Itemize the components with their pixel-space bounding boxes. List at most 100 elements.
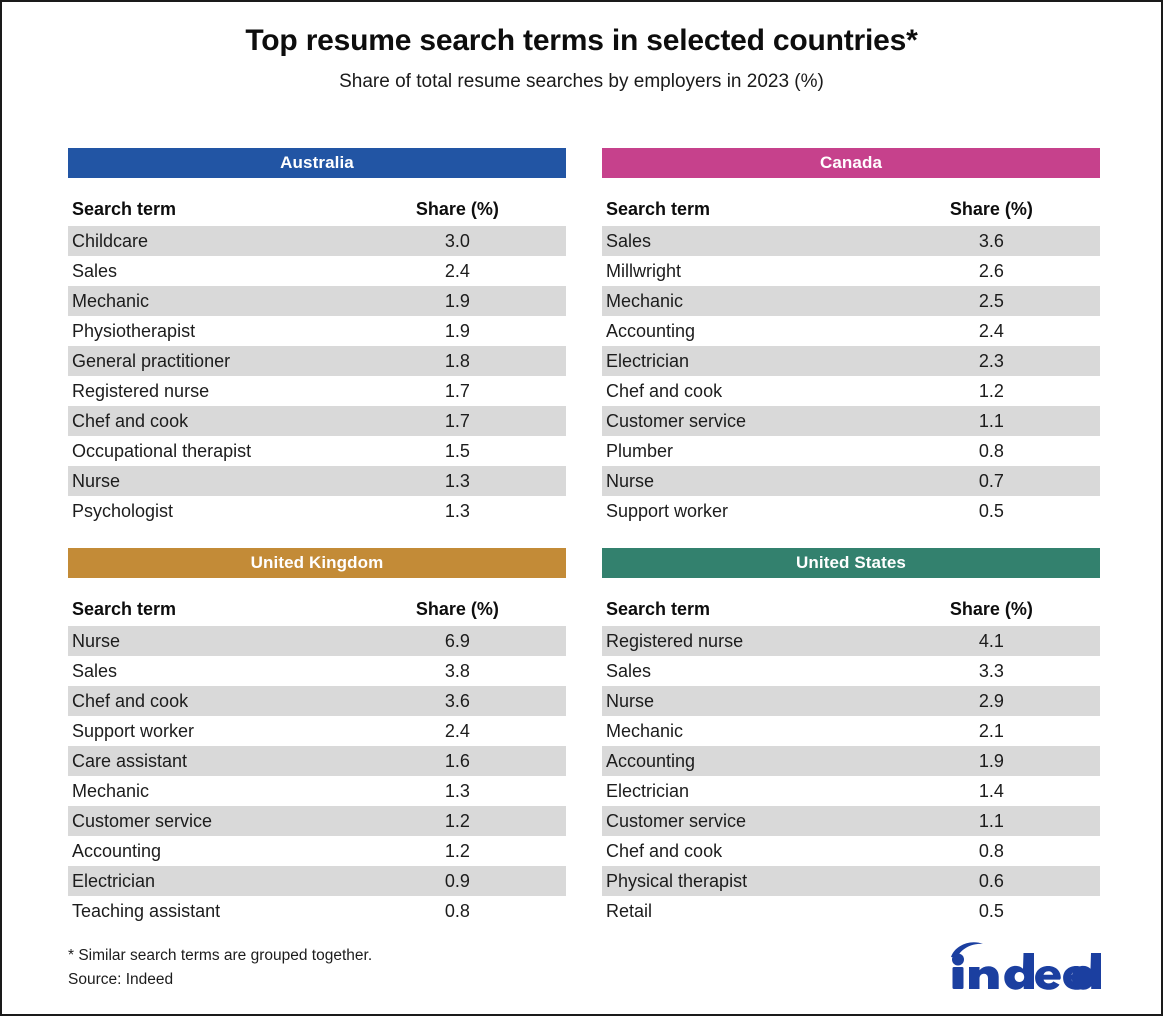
cell-share-value: 3.6 (376, 686, 566, 716)
table-row: Nurse 2.9 (602, 686, 1100, 716)
table-row: Registered nurse 1.7 (68, 376, 566, 406)
table-header-row: Search term Share (%) (68, 198, 566, 226)
table-row: Support worker 2.4 (68, 716, 566, 746)
share-table: Search term Share (%) Nurse 6.9 Sales 3.8 Chef… (68, 598, 566, 926)
cell-search-term: Electrician (68, 866, 377, 896)
cell-search-term: Mechanic (68, 286, 377, 316)
table-row: Sales 3.3 (602, 656, 1100, 686)
cell-share-value: 2.5 (910, 286, 1100, 316)
cell-share-value: 0.5 (910, 896, 1100, 926)
header: Top resume search terms in selected coun… (2, 2, 1161, 93)
table-row: Mechanic 2.1 (602, 716, 1100, 746)
footer: * Similar search terms are grouped toget… (68, 939, 1102, 992)
cell-share-value: 3.6 (910, 226, 1100, 256)
cell-search-term: Psychologist (68, 496, 377, 526)
share-table: Search term Share (%) Childcare 3.0 Sales 2.4… (68, 198, 566, 526)
page-subtitle: Share of total resume searches by employ… (339, 70, 824, 92)
cell-share-value: 0.8 (910, 436, 1100, 466)
source-text: Source: Indeed (68, 970, 174, 988)
cell-share-value: 1.9 (376, 286, 566, 316)
table-row: Plumber 0.8 (602, 436, 1100, 466)
table-row: Chef and cook 0.8 (602, 836, 1100, 866)
table-row: Chef and cook 1.7 (68, 406, 566, 436)
share-table: Search term Share (%) Sales 3.6 Millwright 2.… (602, 198, 1100, 526)
table-row: Electrician 0.9 (68, 866, 566, 896)
cell-share-value: 0.8 (376, 896, 566, 926)
cell-search-term: Sales (602, 226, 911, 256)
cell-search-term: Nurse (602, 466, 911, 496)
table-row: Retail 0.5 (602, 896, 1100, 926)
page-title: Top resume search terms in selected coun… (245, 24, 918, 57)
cell-share-value: 1.9 (376, 316, 566, 346)
cell-search-term: Chef and cook (602, 376, 911, 406)
table-row: Care assistant 1.6 (68, 746, 566, 776)
table-row: Nurse 0.7 (602, 466, 1100, 496)
table-row: General practitioner 1.8 (68, 346, 566, 376)
cell-share-value: 1.3 (376, 776, 566, 806)
cell-search-term: Support worker (68, 716, 377, 746)
country-panel: United States Search term Share (%) Registe… (602, 548, 1100, 926)
cell-share-value: 1.7 (376, 406, 566, 436)
cell-share-value: 3.3 (910, 656, 1100, 686)
table-row: Accounting 2.4 (602, 316, 1100, 346)
table-row: Accounting 1.9 (602, 746, 1100, 776)
cell-search-term: Occupational therapist (68, 436, 377, 466)
country-panel: Australia Search term Share (%) Childcare 3.… (68, 148, 566, 526)
cell-share-value: 1.5 (376, 436, 566, 466)
table-header-row: Search term Share (%) (602, 598, 1100, 626)
cell-share-value: 1.6 (376, 746, 566, 776)
cell-share-value: 1.1 (910, 406, 1100, 436)
cell-search-term: Customer service (68, 806, 377, 836)
cell-search-term: Registered nurse (602, 626, 911, 656)
footnote-text: * Similar search terms are grouped toget… (68, 946, 373, 964)
cell-share-value: 1.3 (376, 466, 566, 496)
table-row: Physiotherapist 1.9 (68, 316, 566, 346)
table-row: Millwright 2.6 (602, 256, 1100, 286)
cell-share-value: 2.3 (910, 346, 1100, 376)
table-row: Chef and cook 3.6 (68, 686, 566, 716)
cell-search-term: Nurse (68, 626, 377, 656)
table-row: Mechanic 1.3 (68, 776, 566, 806)
cell-search-term: Accounting (602, 746, 911, 776)
column-header-share: Share (%) (376, 598, 566, 626)
cell-share-value: 0.6 (910, 866, 1100, 896)
cell-search-term: Care assistant (68, 746, 377, 776)
cell-share-value: 3.0 (376, 226, 566, 256)
cell-search-term: Sales (68, 656, 377, 686)
table-row: Childcare 3.0 (68, 226, 566, 256)
cell-search-term: Childcare (68, 226, 377, 256)
table-row: Customer service 1.1 (602, 406, 1100, 436)
cell-search-term: Accounting (68, 836, 377, 866)
cell-share-value: 6.9 (376, 626, 566, 656)
cell-search-term: Registered nurse (68, 376, 377, 406)
cell-search-term: Customer service (602, 806, 911, 836)
cell-share-value: 1.1 (910, 806, 1100, 836)
infographic-page: Top resume search terms in selected coun… (0, 0, 1163, 1016)
cell-share-value: 2.4 (376, 716, 566, 746)
cell-search-term: Electrician (602, 346, 911, 376)
table-row: Customer service 1.2 (68, 806, 566, 836)
country-header: United States (602, 548, 1100, 578)
country-header: United Kingdom (68, 548, 566, 578)
cell-search-term: Chef and cook (68, 406, 377, 436)
table-row: Customer service 1.1 (602, 806, 1100, 836)
cell-search-term: Nurse (602, 686, 911, 716)
column-header-search-term: Search term (68, 598, 377, 626)
cell-search-term: Millwright (602, 256, 911, 286)
cell-share-value: 1.2 (910, 376, 1100, 406)
country-panel: United Kingdom Search term Share (%) Nurse 6… (68, 548, 566, 926)
table-row: Sales 3.6 (602, 226, 1100, 256)
table-row: Registered nurse 4.1 (602, 626, 1100, 656)
cell-search-term: Support worker (602, 496, 911, 526)
table-row: Support worker 0.5 (602, 496, 1100, 526)
column-header-share: Share (%) (910, 598, 1100, 626)
table-row: Occupational therapist 1.5 (68, 436, 566, 466)
cell-share-value: 1.8 (376, 346, 566, 376)
table-row: Sales 2.4 (68, 256, 566, 286)
country-header: Australia (68, 148, 566, 178)
cell-search-term: Chef and cook (68, 686, 377, 716)
table-row: Nurse 6.9 (68, 626, 566, 656)
share-table: Search term Share (%) Registered nurse 4.1 S… (602, 598, 1100, 926)
cell-search-term: Mechanic (68, 776, 377, 806)
cell-search-term: Sales (602, 656, 911, 686)
